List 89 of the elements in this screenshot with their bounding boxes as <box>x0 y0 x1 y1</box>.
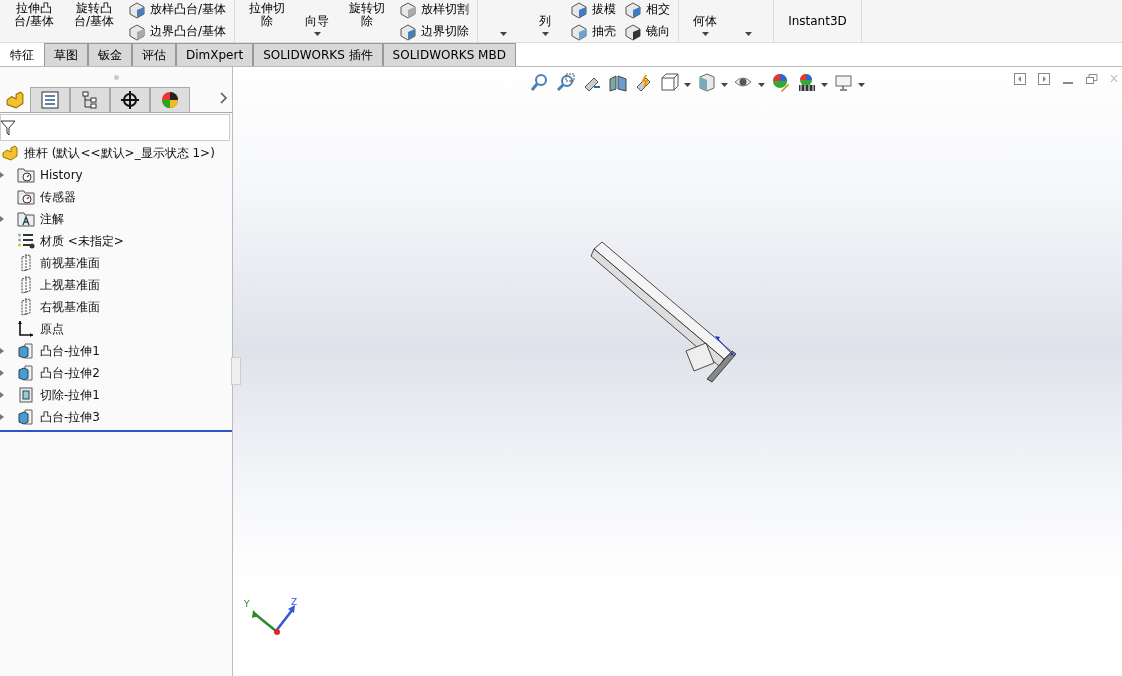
restore-icon[interactable] <box>1086 73 1098 85</box>
panel-right-icon[interactable] <box>1038 73 1050 85</box>
tab[interactable]: 草图 <box>44 43 88 66</box>
ribbon-button[interactable]: 边界凸台/基体 <box>126 22 229 41</box>
ribbon-button[interactable]: 放样凸台/基体 <box>126 0 229 19</box>
close-icon[interactable] <box>1110 73 1118 85</box>
tab[interactable]: SOLIDWORKS MBD <box>382 43 516 66</box>
caret-icon[interactable] <box>858 83 865 87</box>
tree-item[interactable]: 注解 <box>40 210 64 228</box>
filter-icon[interactable] <box>1 119 15 136</box>
part-icon <box>2 145 18 161</box>
material-icon <box>17 232 35 250</box>
tab[interactable]: 评估 <box>132 43 176 66</box>
ribbon-button[interactable]: 拔模 <box>568 0 619 19</box>
edit-appearance-icon[interactable] <box>771 73 791 93</box>
caret-icon[interactable] <box>821 83 828 87</box>
grip-handle[interactable] <box>113 74 119 80</box>
zoom-area-icon[interactable] <box>556 73 576 93</box>
ribbon-button[interactable]: 旋转切 除 <box>345 0 390 28</box>
tree-item[interactable]: 材质 <未指定> <box>40 232 124 250</box>
tree-item[interactable]: History <box>40 168 83 182</box>
tree-item[interactable]: 切除-拉伸1 <box>40 386 100 404</box>
plane-icon <box>19 298 33 316</box>
tree-item[interactable]: 右视基准面 <box>40 298 100 316</box>
tab[interactable]: DimXpert <box>176 43 254 66</box>
ribbon-button[interactable]: 边界切除 <box>397 22 472 41</box>
ribbon-button[interactable]: 何体 <box>689 0 722 28</box>
caret-icon[interactable] <box>499 32 507 36</box>
zoom-fit-icon[interactable] <box>530 73 550 93</box>
ribbon-button[interactable]: 向导 <box>301 0 334 28</box>
expand-arrow-icon[interactable] <box>0 370 4 376</box>
scene-icon[interactable] <box>797 73 817 93</box>
caret-icon[interactable] <box>684 83 691 87</box>
caret-icon[interactable] <box>701 32 709 36</box>
expand-arrow-icon[interactable] <box>0 216 4 222</box>
view-orientation-icon[interactable] <box>660 73 680 93</box>
tree-item[interactable]: 凸台-拉伸3 <box>40 408 100 426</box>
caret-icon[interactable] <box>744 32 752 36</box>
origin-icon <box>17 320 35 338</box>
part-icon <box>6 90 24 109</box>
panel-tab[interactable] <box>110 87 150 112</box>
ribbon-button[interactable]: 旋转凸 台/基体 <box>70 0 119 28</box>
ribbon-button[interactable]: 镜向 <box>622 22 673 41</box>
axis-label: Z <box>291 597 298 607</box>
caret-icon[interactable] <box>721 83 728 87</box>
panel-tab[interactable] <box>150 87 190 112</box>
list-icon <box>41 91 59 109</box>
ribbon-button[interactable]: 相交 <box>622 0 673 19</box>
caret-icon[interactable] <box>758 83 765 87</box>
expand-arrow-icon[interactable] <box>0 392 4 398</box>
axis-triad-drawing[interactable] <box>252 605 295 635</box>
expand-arrow-icon[interactable] <box>0 172 4 178</box>
tree-item[interactable]: 上视基准面 <box>40 276 100 294</box>
tree-item[interactable]: 凸台-拉伸2 <box>40 364 100 382</box>
annotation-folder-icon <box>17 211 35 227</box>
tree-item[interactable]: 前视基准面 <box>40 254 100 272</box>
tree-item[interactable]: 传感器 <box>40 188 76 206</box>
tree-item[interactable]: 凸台-拉伸1 <box>40 342 100 360</box>
panel-left-icon[interactable] <box>1014 73 1026 85</box>
ribbon-button[interactable]: 放样切割 <box>397 0 472 19</box>
tree-icon <box>81 91 99 109</box>
tree-item[interactable]: 推杆 (默认<<默认>_显示状态 1>) <box>24 144 215 162</box>
ribbon-button[interactable]: 列 <box>530 0 561 28</box>
extrude-icon <box>17 364 35 382</box>
crosshair-icon <box>121 91 139 109</box>
cut-extrude-icon <box>17 386 35 404</box>
section-view-icon[interactable] <box>608 73 628 93</box>
ribbon-button[interactable]: 抽壳 <box>568 22 619 41</box>
expand-arrow-icon[interactable] <box>0 414 4 420</box>
caret-icon[interactable] <box>313 32 321 36</box>
expand-arrow-icon[interactable] <box>0 348 4 354</box>
extrude-icon <box>17 408 35 426</box>
sensor-folder-icon <box>17 189 35 205</box>
history-folder-icon <box>17 167 35 183</box>
plane-icon <box>19 254 33 272</box>
ribbon-button[interactable]: 拉伸凸 台/基体 <box>10 0 59 28</box>
splitter-handle[interactable] <box>231 357 241 385</box>
ribbon-button[interactable]: Instant3D <box>784 0 851 28</box>
tree-item[interactable]: 原点 <box>40 320 64 338</box>
filter-field[interactable] <box>0 114 230 141</box>
ribbon-button[interactable]: 拉伸切 除 <box>245 0 290 28</box>
tab[interactable]: SOLIDWORKS 插件 <box>253 43 383 66</box>
extrude-icon <box>17 342 35 360</box>
color-ball-icon <box>161 91 179 109</box>
tab[interactable]: 钣金 <box>88 43 132 66</box>
caret-icon[interactable] <box>541 32 549 36</box>
plane-icon <box>19 276 33 294</box>
display-style-icon[interactable] <box>697 73 717 93</box>
axis-label: Y <box>244 599 250 609</box>
